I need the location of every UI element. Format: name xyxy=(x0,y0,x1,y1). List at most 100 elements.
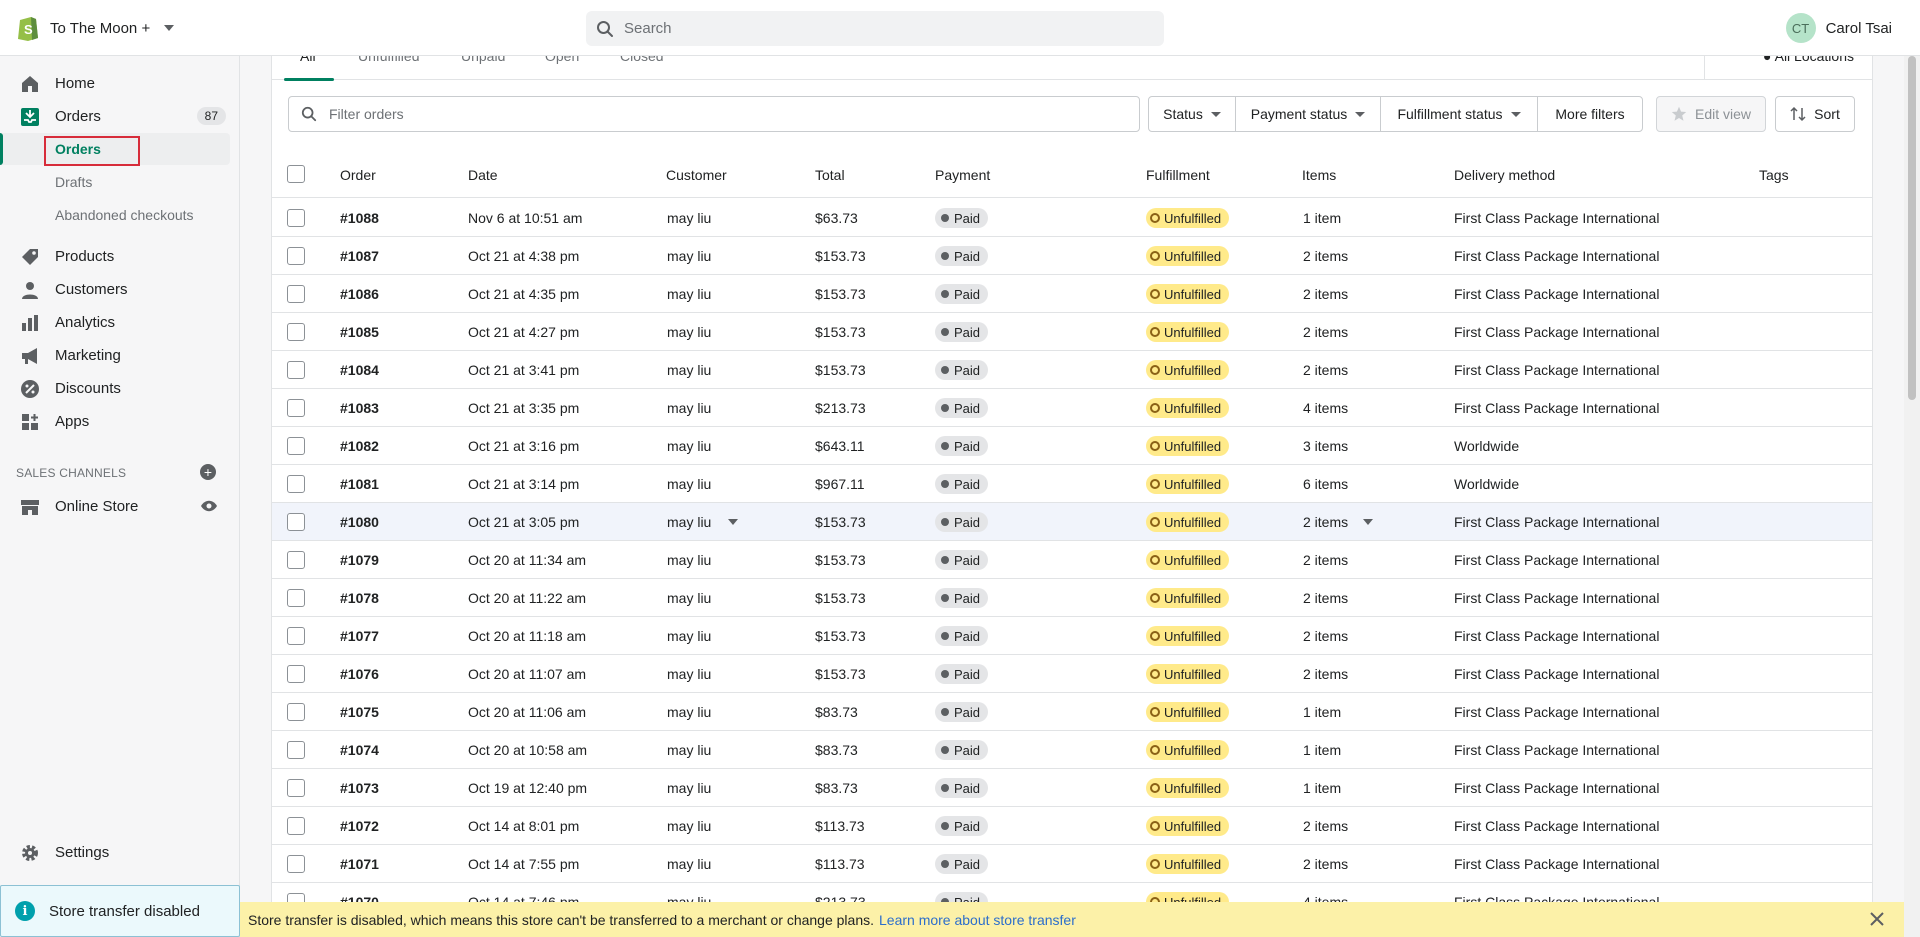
row-checkbox[interactable] xyxy=(287,817,305,835)
search-input[interactable]: Search xyxy=(586,11,1164,46)
column-header-tags[interactable]: Tags xyxy=(1759,167,1789,183)
row-checkbox[interactable] xyxy=(287,513,305,531)
column-header-fulfillment[interactable]: Fulfillment xyxy=(1146,167,1210,183)
user-menu[interactable]: CT Carol Tsai xyxy=(1785,13,1892,43)
items-count[interactable]: 2 items xyxy=(1303,248,1348,264)
table-row[interactable]: #1088 Nov 6 at 10:51 am may liu $63.73 Paid U… xyxy=(272,199,1872,237)
row-checkbox[interactable] xyxy=(287,741,305,759)
table-row[interactable]: #1087 Oct 21 at 4:38 pm may liu $153.73 Paid… xyxy=(272,237,1872,275)
table-row[interactable]: #1076 Oct 20 at 11:07 am may liu $153.73 Pai… xyxy=(272,655,1872,693)
order-number[interactable]: #1078 xyxy=(340,590,379,606)
table-row[interactable]: #1085 Oct 21 at 4:27 pm may liu $153.73 Paid… xyxy=(272,313,1872,351)
column-header-customer[interactable]: Customer xyxy=(666,167,727,183)
items-count[interactable]: 2 items xyxy=(1303,818,1348,834)
table-row[interactable]: #1080 Oct 21 at 3:05 pm may liu $153.73 Paid… xyxy=(272,503,1872,541)
store-transfer-notice[interactable]: i Store transfer disabled xyxy=(0,885,240,937)
items-count[interactable]: 1 item xyxy=(1303,742,1341,758)
customer-name[interactable]: may liu xyxy=(667,818,711,834)
customer-name[interactable]: may liu xyxy=(667,704,711,720)
payment-status-filter-button[interactable]: Payment status xyxy=(1235,96,1381,132)
customer-name[interactable]: may liu xyxy=(667,324,711,340)
order-number[interactable]: #1084 xyxy=(340,362,379,378)
more-filters-button[interactable]: More filters xyxy=(1537,96,1643,132)
customer-name[interactable]: may liu xyxy=(667,248,711,264)
scrollbar-thumb[interactable] xyxy=(1908,56,1916,400)
order-number[interactable]: #1079 xyxy=(340,552,379,568)
eye-icon[interactable] xyxy=(200,500,218,512)
status-filter-button[interactable]: Status xyxy=(1148,96,1236,132)
customer-name[interactable]: may liu xyxy=(667,362,711,378)
order-number[interactable]: #1074 xyxy=(340,742,379,758)
row-checkbox[interactable] xyxy=(287,323,305,341)
table-row[interactable]: #1071 Oct 14 at 7:55 pm may liu $113.73 Paid… xyxy=(272,845,1872,883)
fulfillment-status-filter-button[interactable]: Fulfillment status xyxy=(1380,96,1538,132)
items-count[interactable]: 2 items xyxy=(1303,628,1348,644)
store-switcher[interactable]: S To The Moon + xyxy=(16,14,175,42)
sidebar-item-customers[interactable]: Customers xyxy=(0,273,240,305)
table-row[interactable]: #1081 Oct 21 at 3:14 pm may liu $967.11 Paid… xyxy=(272,465,1872,503)
table-row[interactable]: #1083 Oct 21 at 3:35 pm may liu $213.73 Paid… xyxy=(272,389,1872,427)
order-number[interactable]: #1085 xyxy=(340,324,379,340)
sidebar-item-online-store[interactable]: Online Store xyxy=(0,490,240,522)
customer-name[interactable]: may liu xyxy=(667,400,711,416)
items-count[interactable]: 2 items xyxy=(1303,666,1348,682)
items-count[interactable]: 1 item xyxy=(1303,780,1341,796)
order-number[interactable]: #1087 xyxy=(340,248,379,264)
items-count[interactable]: 2 items xyxy=(1303,856,1348,872)
table-row[interactable]: #1073 Oct 19 at 12:40 pm may liu $83.73 Paid… xyxy=(272,769,1872,807)
items-dropdown-icon[interactable] xyxy=(1363,519,1373,525)
row-checkbox[interactable] xyxy=(287,209,305,227)
customer-name[interactable]: may liu xyxy=(667,780,711,796)
filter-orders-input[interactable]: Filter orders xyxy=(288,96,1140,132)
order-number[interactable]: #1076 xyxy=(340,666,379,682)
table-row[interactable]: #1074 Oct 20 at 10:58 am may liu $83.73 Paid… xyxy=(272,731,1872,769)
sidebar-item-apps[interactable]: Apps xyxy=(0,405,240,437)
items-count[interactable]: 3 items xyxy=(1303,438,1348,454)
order-number[interactable]: #1086 xyxy=(340,286,379,302)
table-row[interactable]: #1079 Oct 20 at 11:34 am may liu $153.73 Pai… xyxy=(272,541,1872,579)
table-row[interactable]: #1077 Oct 20 at 11:18 am may liu $153.73 Pai… xyxy=(272,617,1872,655)
row-checkbox[interactable] xyxy=(287,779,305,797)
customer-name[interactable]: may liu xyxy=(667,666,711,682)
order-number[interactable]: #1075 xyxy=(340,704,379,720)
row-checkbox[interactable] xyxy=(287,627,305,645)
sidebar-item-discounts[interactable]: Discounts xyxy=(0,372,240,404)
row-checkbox[interactable] xyxy=(287,247,305,265)
sidebar-item-orders[interactable]: Orders 87 xyxy=(0,100,240,132)
customer-name[interactable]: may liu xyxy=(667,438,711,454)
order-number[interactable]: #1081 xyxy=(340,476,379,492)
items-count[interactable]: 1 item xyxy=(1303,210,1341,226)
select-all-checkbox[interactable] xyxy=(287,165,305,183)
items-count[interactable]: 4 items xyxy=(1303,400,1348,416)
order-number[interactable]: #1077 xyxy=(340,628,379,644)
column-header-items[interactable]: Items xyxy=(1302,167,1336,183)
sidebar-item-analytics[interactable]: Analytics xyxy=(0,306,240,338)
table-row[interactable]: #1086 Oct 21 at 4:35 pm may liu $153.73 Paid… xyxy=(272,275,1872,313)
customer-name[interactable]: may liu xyxy=(667,742,711,758)
row-checkbox[interactable] xyxy=(287,665,305,683)
table-row[interactable]: #1078 Oct 20 at 11:22 am may liu $153.73 Pai… xyxy=(272,579,1872,617)
sidebar-subitem-abandoned-checkouts[interactable]: Abandoned checkouts xyxy=(0,199,240,231)
customer-name[interactable]: may liu xyxy=(667,210,711,226)
items-count[interactable]: 2 items xyxy=(1303,362,1348,378)
items-count[interactable]: 2 items xyxy=(1303,324,1348,340)
row-checkbox[interactable] xyxy=(287,361,305,379)
order-number[interactable]: #1082 xyxy=(340,438,379,454)
sidebar-subitem-drafts[interactable]: Drafts xyxy=(0,166,240,198)
order-number[interactable]: #1073 xyxy=(340,780,379,796)
column-header-order[interactable]: Order xyxy=(340,167,376,183)
customer-name[interactable]: may liu xyxy=(667,590,711,606)
customer-name[interactable]: may liu xyxy=(667,286,711,302)
row-checkbox[interactable] xyxy=(287,285,305,303)
add-sales-channel-icon[interactable]: + xyxy=(200,464,216,480)
table-row[interactable]: #1072 Oct 14 at 8:01 pm may liu $113.73 Paid… xyxy=(272,807,1872,845)
order-number[interactable]: #1080 xyxy=(340,514,379,530)
learn-more-link[interactable]: Learn more about store transfer xyxy=(879,912,1076,928)
row-checkbox[interactable] xyxy=(287,399,305,417)
close-icon[interactable] xyxy=(1868,910,1886,928)
items-count[interactable]: 2 items xyxy=(1303,514,1348,530)
items-count[interactable]: 2 items xyxy=(1303,590,1348,606)
column-header-payment[interactable]: Payment xyxy=(935,167,990,183)
row-checkbox[interactable] xyxy=(287,551,305,569)
order-number[interactable]: #1088 xyxy=(340,210,379,226)
